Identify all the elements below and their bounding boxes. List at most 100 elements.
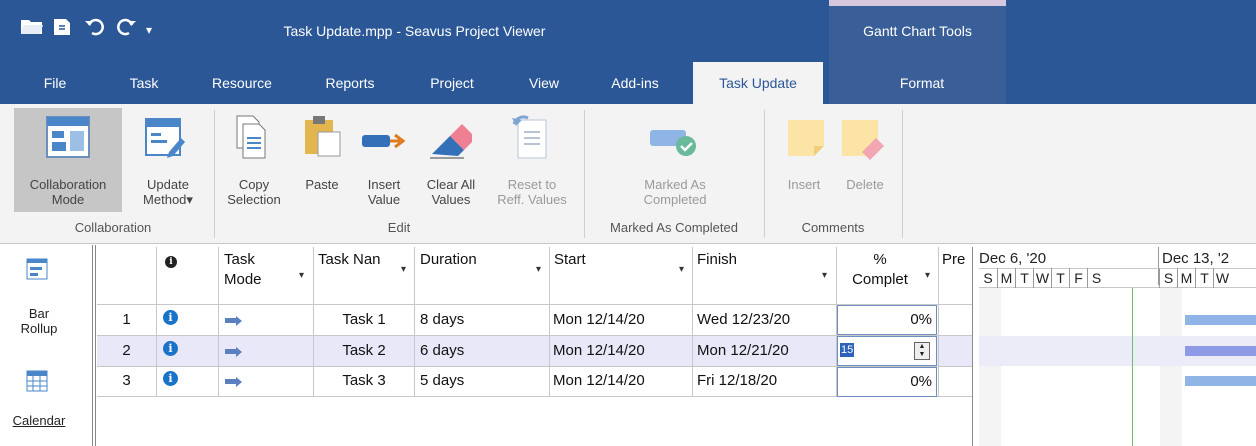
eraser-icon <box>428 118 476 163</box>
insert-value-icon <box>360 126 408 159</box>
calendar-icon[interactable] <box>26 370 48 395</box>
paste-button[interactable]: Paste <box>294 177 350 192</box>
start-cell[interactable]: Mon 12/14/20 <box>553 366 645 396</box>
update-method-line1: Update <box>147 177 189 192</box>
collaboration-mode-line2: Mode <box>51 192 85 207</box>
header-pct-line1: % <box>873 251 887 268</box>
update-method-line2: Method▾ <box>143 192 193 207</box>
tab-project[interactable]: Project <box>420 62 484 104</box>
paste-label: Paste <box>305 177 339 192</box>
calendar-label: Calendar <box>12 413 66 428</box>
filter-dropdown-icon[interactable]: ▾ <box>679 264 684 275</box>
auto-scheduled-task-icon <box>225 376 243 391</box>
header-task-name[interactable]: Task Nan <box>318 250 390 270</box>
bar-rollup-line2: Rollup <box>20 321 58 336</box>
header-predecessors[interactable]: Pre <box>942 250 970 270</box>
pct-complete-cell[interactable]: 0% <box>837 305 937 335</box>
tab-reports[interactable]: Reports <box>312 62 388 104</box>
tab-task-update[interactable]: Task Update <box>693 62 823 104</box>
clear-all-values-button[interactable]: Clear All Values <box>416 177 486 207</box>
reset-values-icon <box>510 114 550 163</box>
pct-complete-editor[interactable]: 15 ▲ ▼ <box>837 336 937 366</box>
info-indicator-icon[interactable]: i <box>163 371 178 386</box>
gantt-bar[interactable] <box>1185 376 1256 386</box>
row-id[interactable]: 2 <box>97 336 156 366</box>
insert-value-line2: Value <box>367 192 401 207</box>
day-label: T <box>1051 268 1069 288</box>
tab-view[interactable]: View <box>518 62 570 104</box>
group-separator <box>902 110 903 238</box>
timescale-days: S M T W T F S S M T W <box>979 268 1256 288</box>
grid-line <box>549 247 550 397</box>
finish-cell[interactable]: Mon 12/21/20 <box>697 336 789 366</box>
task-name-cell[interactable]: Task 3 <box>314 366 414 396</box>
tab-resource[interactable]: Resource <box>200 62 284 104</box>
header-duration[interactable]: Duration <box>420 250 477 270</box>
pct-complete-cell[interactable]: 0% <box>837 367 937 397</box>
copy-selection-line1: Copy <box>238 177 270 192</box>
task-name-cell[interactable]: Task 1 <box>314 305 414 335</box>
duration-cell[interactable]: 8 days <box>420 305 464 335</box>
filter-dropdown-icon[interactable]: ▾ <box>401 264 406 275</box>
reset-to-reff-values-button[interactable]: Reset to Reff. Values <box>486 177 578 207</box>
header-task-mode-line2: Mode <box>224 271 262 288</box>
calendar-view[interactable]: Calendar <box>4 413 74 428</box>
finish-cell[interactable]: Fri 12/18/20 <box>697 366 777 396</box>
spinner-up-icon[interactable]: ▲ <box>915 343 929 351</box>
filter-dropdown-icon[interactable]: ▾ <box>925 270 930 281</box>
header-task-mode-line1: Task <box>224 251 255 268</box>
tab-file[interactable]: File <box>30 62 80 104</box>
group-separator <box>584 110 585 238</box>
insert-comment-label: Insert <box>787 177 821 192</box>
header-task-mode[interactable]: Task Mode <box>224 250 262 290</box>
grid-line <box>938 247 939 397</box>
pane-splitter[interactable] <box>92 245 96 446</box>
auto-scheduled-task-icon <box>225 315 243 330</box>
spinner[interactable]: ▲ ▼ <box>914 342 930 360</box>
header-start[interactable]: Start <box>554 250 586 270</box>
group-label-collaboration: Collaboration <box>74 220 152 235</box>
timescale-week-2: Dec 13, '2 <box>1162 250 1230 267</box>
group-separator <box>214 110 215 238</box>
finish-cell[interactable]: Wed 12/23/20 <box>697 305 790 335</box>
delete-comment-button[interactable]: Delete <box>834 177 896 192</box>
row-id[interactable]: 3 <box>97 366 156 396</box>
marked-as-completed-button[interactable]: Marked As Completed <box>592 177 758 207</box>
row-id[interactable]: 1 <box>97 305 156 335</box>
spinner-down-icon[interactable]: ▼ <box>915 351 929 359</box>
gantt-bar[interactable] <box>1185 346 1256 356</box>
grid-line <box>414 247 415 397</box>
header-pct-complete[interactable]: % Complet <box>842 250 918 290</box>
bar-rollup-line1: Bar <box>28 306 50 321</box>
copy-selection-button[interactable]: Copy Selection <box>218 177 290 207</box>
bar-rollup-view[interactable]: Bar Rollup <box>8 306 70 336</box>
info-indicator-icon[interactable]: i <box>163 341 178 356</box>
nonworking-shade <box>979 288 1001 446</box>
tab-add-ins[interactable]: Add-ins <box>602 62 668 104</box>
insert-value-button[interactable]: Insert Value <box>354 177 414 207</box>
collaboration-mode-icon <box>46 116 90 161</box>
info-indicator-icon[interactable]: i <box>163 310 178 325</box>
collaboration-mode-button[interactable]: Collaboration Mode <box>14 177 122 207</box>
tab-task[interactable]: Task <box>118 62 170 104</box>
insert-comment-button[interactable]: Insert <box>774 177 834 192</box>
filter-dropdown-icon[interactable]: ▾ <box>299 270 304 281</box>
task-name-cell[interactable]: Task 2 <box>314 336 414 366</box>
day-label: M <box>997 268 1015 288</box>
gantt-bar[interactable] <box>1185 315 1256 325</box>
update-method-button[interactable]: Update Method▾ <box>124 177 212 207</box>
filter-dropdown-icon[interactable]: ▾ <box>536 264 541 275</box>
day-label: S <box>1087 268 1105 288</box>
day-label: W <box>1033 268 1051 288</box>
duration-cell[interactable]: 6 days <box>420 336 464 366</box>
header-finish[interactable]: Finish <box>697 250 737 270</box>
tab-format[interactable]: Format <box>880 62 964 104</box>
timescale-week-1: Dec 6, '20 <box>979 250 1047 267</box>
pct-complete-input[interactable]: 15 <box>840 343 855 357</box>
filter-dropdown-icon[interactable]: ▾ <box>822 270 827 281</box>
bar-rollup-icon[interactable] <box>26 258 48 283</box>
start-cell[interactable]: Mon 12/14/20 <box>553 336 645 366</box>
grid-line <box>218 247 219 397</box>
duration-cell[interactable]: 5 days <box>420 366 464 396</box>
start-cell[interactable]: Mon 12/14/20 <box>553 305 645 335</box>
